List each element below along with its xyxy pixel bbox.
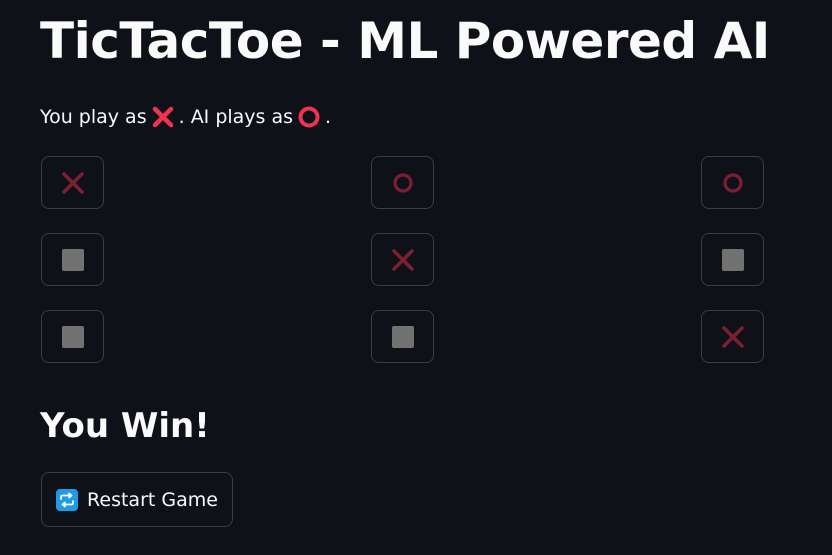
restart-button-label: Restart Game [87,488,218,511]
x-mark-icon [391,248,414,271]
empty-square-icon [721,248,744,271]
board-cell-2-1[interactable] [371,310,434,363]
board-cell-0-0[interactable] [41,156,104,209]
repeat-arrows-icon [56,488,79,511]
game-result: You Win! [40,406,210,446]
o-mark-icon [392,172,413,193]
empty-square-icon [61,325,84,348]
intro-text: You play as . AI plays as . [40,104,331,130]
empty-square-icon [391,325,414,348]
board-cell-2-2[interactable] [701,310,764,363]
x-mark-icon [721,325,744,348]
empty-square-icon [61,248,84,271]
intro-end-text: . [325,106,332,128]
hollow-circle-icon [297,105,321,129]
restart-game-button[interactable]: Restart Game [41,472,233,527]
board-cell-0-2[interactable] [701,156,764,209]
board-cell-2-0[interactable] [41,310,104,363]
intro-you-play-text: You play as [40,106,147,128]
page-title: TicTacToe - ML Powered AI [40,12,770,70]
board-cell-1-0[interactable] [41,233,104,286]
intro-ai-plays-text: . AI plays as [178,106,294,128]
board-cell-1-1[interactable] [371,233,434,286]
board-cell-1-2[interactable] [701,233,764,286]
x-mark-icon [61,171,84,194]
board-cell-0-1[interactable] [371,156,434,209]
app-page: TicTacToe - ML Powered AI You play as . … [0,0,832,555]
o-mark-icon [722,172,743,193]
cross-mark-icon [151,105,175,129]
